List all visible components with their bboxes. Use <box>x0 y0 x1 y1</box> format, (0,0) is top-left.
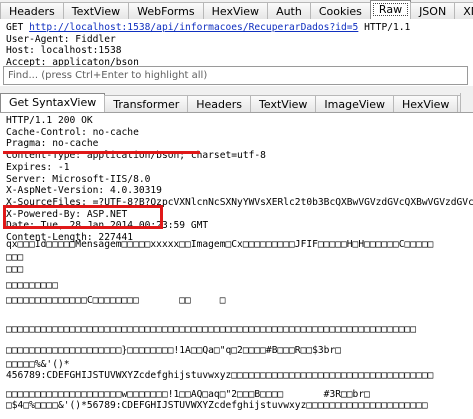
body-line: □□□□□□□□□□□□□□□□□□□□}□□□□□□□□!1A□□Qa□"q□… <box>6 345 342 356</box>
body-line: □□□□□□□□□□□□□□□□□□□□□□□□□□□□□□□□□□□□□□□□… <box>6 324 417 335</box>
find-input[interactable]: Find... (press Ctrl+Enter to highlight a… <box>3 66 468 85</box>
request-method: GET <box>6 22 30 33</box>
body-line: □□□ <box>6 264 24 275</box>
tab-headers[interactable]: Headers <box>0 2 64 19</box>
tab-textview[interactable]: TextView <box>62 2 130 19</box>
request-header-host: Host: localhost:1538 <box>6 45 122 57</box>
tab-raw[interactable]: Raw <box>369 0 412 19</box>
tab-imageview[interactable]: ImageView <box>315 95 394 112</box>
tab-get-syntaxview[interactable]: Get SyntaxView <box>0 93 106 112</box>
pane-splitter[interactable] <box>0 86 473 93</box>
request-protocol: HTTP/1.1 <box>358 22 411 33</box>
body-line: □□□□□□□□□□□□□□□□□□□□w□□□□□□□!1□□AQ□aq□"2… <box>6 389 370 400</box>
tab-transformer[interactable]: Transformer <box>104 95 189 112</box>
body-line: □$4□%□□□□&'()*56789:CDEFGHIJSTUVWXYZcdef… <box>6 400 428 411</box>
raw-request-text: GET http://localhost:1538/api/informacoe… <box>6 22 410 69</box>
body-line: 456789:CDEFGHIJSTUVWXYZcdefghijstuvwxyz□… <box>6 370 434 381</box>
raw-response-view[interactable]: HTTP/1.1 200 OK Cache-Control: no-cache … <box>0 113 473 419</box>
response-header-server: Server: Microsoft-IIS/8.0 <box>6 173 151 185</box>
request-url-link[interactable]: http://localhost:1538/api/informacoes/Re… <box>29 22 358 33</box>
raw-request-view[interactable]: GET http://localhost:1538/api/informacoe… <box>0 19 473 69</box>
content-length-highlight-box <box>3 205 163 229</box>
response-header-pragma: Pragma: no-cache <box>6 138 99 150</box>
response-header-expires: Expires: -1 <box>6 161 70 173</box>
tab-xml[interactable]: XML <box>454 2 473 19</box>
response-status: HTTP/1.1 200 OK <box>6 115 93 126</box>
tab-textview[interactable]: TextView <box>250 95 317 112</box>
body-line: qx□□□Id□□□□□Mensagem□□□□□xxxxx□□Imagem□C… <box>6 239 434 250</box>
tab-scroll-right-icon[interactable] <box>460 93 473 112</box>
tab-json[interactable]: JSON <box>410 2 456 19</box>
response-header-cache-control: Cache-Control: no-cache <box>6 126 139 138</box>
tab-webforms[interactable]: WebForms <box>128 2 204 19</box>
response-header-aspnet-version: X-AspNet-Version: 4.0.30319 <box>6 185 162 197</box>
content-type-highlight-underline <box>3 151 200 154</box>
body-line: □□□□□%&'()* <box>6 359 70 370</box>
body-line: □□□□□□□□□□□□□□C□□□□□□□□ □□ □ <box>6 295 226 306</box>
response-inspector-tabs: Get SyntaxView Transformer Headers TextView… <box>0 93 473 113</box>
tab-headers[interactable]: Headers <box>187 95 252 112</box>
tab-hexview[interactable]: HexView <box>202 2 269 19</box>
body-line: □□□ <box>6 252 24 263</box>
tab-cookies[interactable]: Cookies <box>309 2 371 19</box>
tab-auth[interactable]: Auth <box>267 2 311 19</box>
request-inspector-tabs: Headers TextView WebForms HexView Auth Cookie… <box>0 0 473 20</box>
request-header-user-agent: User-Agent: Fiddler <box>6 33 116 45</box>
body-line: □□□□□□□□□ <box>6 280 58 291</box>
tab-hexview[interactable]: HexView <box>392 95 459 112</box>
